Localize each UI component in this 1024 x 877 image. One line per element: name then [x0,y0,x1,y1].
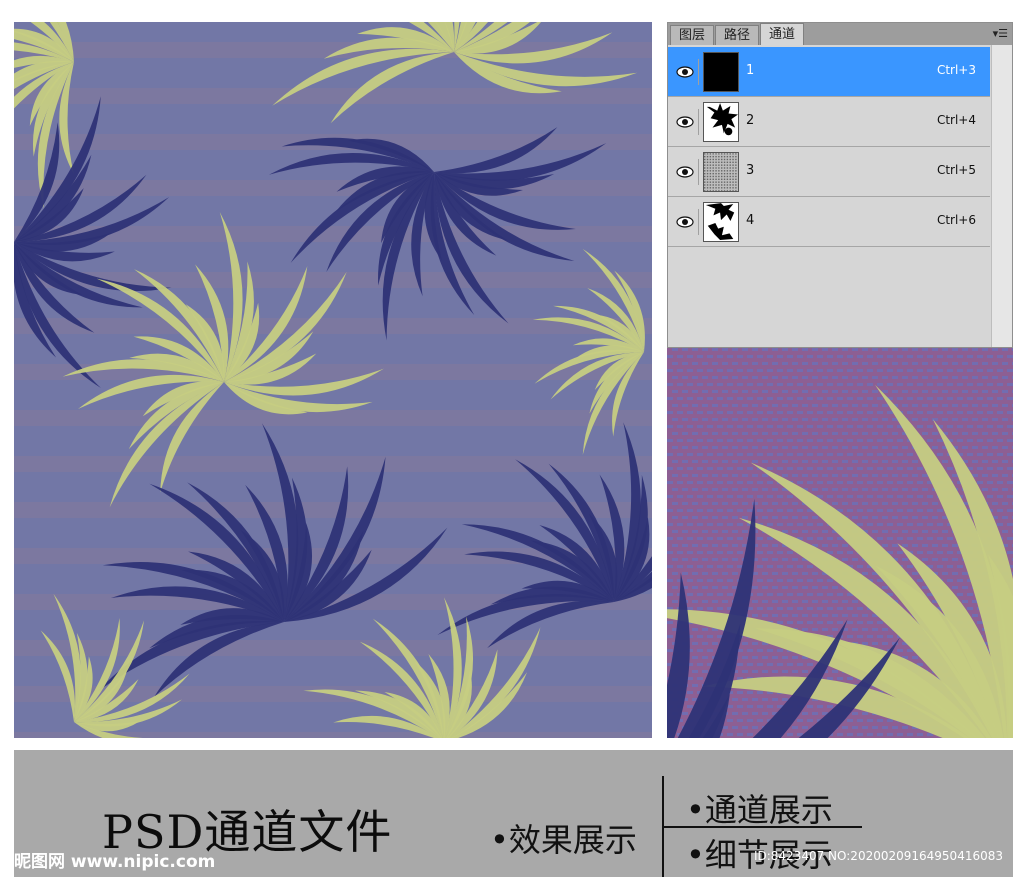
tab-layers[interactable]: 图层 [670,25,715,45]
channel-name: 2 [746,113,755,128]
channel-shortcut: Ctrl+3 [936,63,976,77]
channel-row-1[interactable]: 1 Ctrl+3 [668,47,990,97]
channel-thumbnail [703,152,739,192]
image-id: ID:8423407 NO:20200209164950416083 [753,849,1003,863]
pattern-preview [14,22,652,738]
tab-channels[interactable]: 通道 [760,23,805,45]
channel-row-2[interactable]: 2 Ctrl+4 [668,97,990,147]
channel-thumbnail [703,102,739,142]
channel-thumbnail [703,52,739,92]
panel-menu-icon[interactable]: ▾☰ [993,26,1008,42]
eye-icon[interactable] [672,209,699,235]
nipic-logo: 昵图网 www.nipic.com [14,852,216,872]
channel-row-4[interactable]: 4 Ctrl+6 [668,197,990,247]
effect-display-label: •效果展示 [490,821,637,859]
channel-shortcut: Ctrl+6 [936,213,976,227]
channel-name: 1 [746,63,755,78]
eye-icon[interactable] [672,159,699,185]
channel-shortcut: Ctrl+5 [936,163,976,177]
eye-icon[interactable] [672,109,699,135]
channels-panel: 图层 路径 通道 ▾☰ 1 Ctrl+3 2 Ctrl+4 3 Ctrl+5 4… [667,22,1013,348]
panel-tab-bar: 图层 路径 通道 ▾☰ [668,23,1012,45]
detail-preview [667,348,1013,738]
eye-icon[interactable] [672,59,699,85]
tab-paths[interactable]: 路径 [715,25,760,45]
channel-thumbnail [703,202,739,242]
footer-banner: PSD通道文件 •效果展示 •通道展示 •细节展示 昵图网 www.nipic.… [14,750,1013,877]
channel-list: 1 Ctrl+3 2 Ctrl+4 3 Ctrl+5 4 Ctrl+6 [668,45,1012,347]
channel-shortcut: Ctrl+4 [936,113,976,127]
channel-row-3[interactable]: 3 Ctrl+5 [668,147,990,197]
panel-scrollbar[interactable] [991,45,1012,347]
channel-display-label: •通道展示 [686,791,833,829]
channel-name: 4 [746,213,755,228]
channel-name: 3 [746,163,755,178]
